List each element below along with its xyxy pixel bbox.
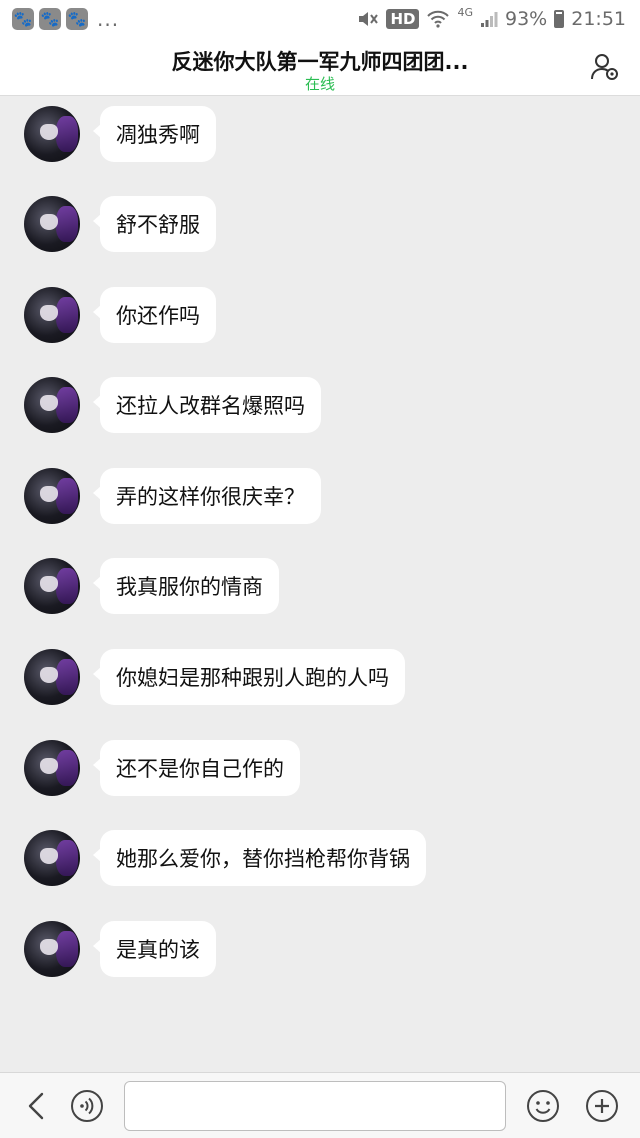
message-bubble[interactable]: 我真服你的情商 [93, 558, 279, 614]
status-bar: 🐾 🐾 🐾 ... HD 4G 93% 21:51 [0, 0, 640, 38]
avatar[interactable] [24, 921, 80, 977]
battery-percent: 93% [505, 8, 548, 30]
message-row: 舒不舒服 [0, 196, 640, 256]
message-row: 凋独秀啊 [0, 106, 640, 166]
message-row: 还不是你自己作的 [0, 740, 640, 800]
message-bubble[interactable]: 你媳妇是那种跟别人跑的人吗 [93, 649, 405, 705]
voice-input-icon[interactable] [70, 1089, 104, 1123]
message-bubble[interactable]: 弄的这样你很庆幸？ [93, 468, 321, 524]
message-row: 弄的这样你很庆幸？ [0, 468, 640, 528]
message-row: 还拉人改群名爆照吗 [0, 377, 640, 437]
hd-badge: HD [386, 9, 420, 29]
avatar[interactable] [24, 830, 80, 886]
message-bubble[interactable]: 舒不舒服 [93, 196, 216, 252]
message-list[interactable]: 凋独秀啊 舒不舒服 你还作吗 还拉人改群名爆照吗 弄的这样你很庆幸？ 我真服你的… [0, 96, 640, 1072]
message-bubble[interactable]: 是真的该 [93, 921, 216, 977]
paw-icon: 🐾 [12, 8, 34, 30]
wifi-icon [427, 10, 450, 28]
message-row: 我真服你的情商 [0, 558, 640, 618]
battery-icon [554, 10, 565, 28]
system-status: HD 4G 93% 21:51 [357, 5, 626, 30]
paw-icon: 🐾 [39, 8, 61, 30]
notification-icons: 🐾 🐾 🐾 ... [12, 7, 119, 31]
message-bubble[interactable]: 凋独秀啊 [93, 106, 216, 162]
avatar[interactable] [24, 558, 80, 614]
message-bubble[interactable]: 还不是你自己作的 [93, 740, 300, 796]
back-arrow-icon[interactable] [24, 1091, 50, 1121]
avatar[interactable] [24, 740, 80, 796]
chat-header: 反迷你大队第一军九师四团团... 在线 [0, 38, 640, 96]
message-row: 你媳妇是那种跟别人跑的人吗 [0, 649, 640, 709]
input-toolbar [0, 1072, 640, 1138]
avatar[interactable] [24, 649, 80, 705]
signal-icon [481, 12, 498, 27]
avatar[interactable] [24, 196, 80, 252]
clock: 21:51 [571, 8, 626, 30]
chat-title: 反迷你大队第一军九师四团团... [171, 50, 469, 74]
mute-icon [359, 12, 379, 26]
avatar[interactable] [24, 106, 80, 162]
paw-icon: 🐾 [66, 8, 88, 30]
avatar[interactable] [24, 377, 80, 433]
message-bubble[interactable]: 你还作吗 [93, 287, 216, 343]
avatar[interactable] [24, 287, 80, 343]
emoji-icon[interactable] [526, 1089, 560, 1123]
message-row: 是真的该 [0, 921, 640, 981]
message-input[interactable] [124, 1081, 506, 1131]
avatar[interactable] [24, 468, 80, 524]
user-settings-icon[interactable] [590, 52, 620, 82]
add-attachment-icon[interactable] [585, 1089, 619, 1123]
online-status: 在线 [304, 75, 335, 93]
notification-overflow: ... [97, 7, 120, 31]
network-type: 4G [457, 5, 473, 19]
message-row: 你还作吗 [0, 287, 640, 347]
message-row: 她那么爱你，替你挡枪帮你背锅 [0, 830, 640, 890]
message-bubble[interactable]: 还拉人改群名爆照吗 [93, 377, 321, 433]
message-bubble[interactable]: 她那么爱你，替你挡枪帮你背锅 [93, 830, 426, 886]
